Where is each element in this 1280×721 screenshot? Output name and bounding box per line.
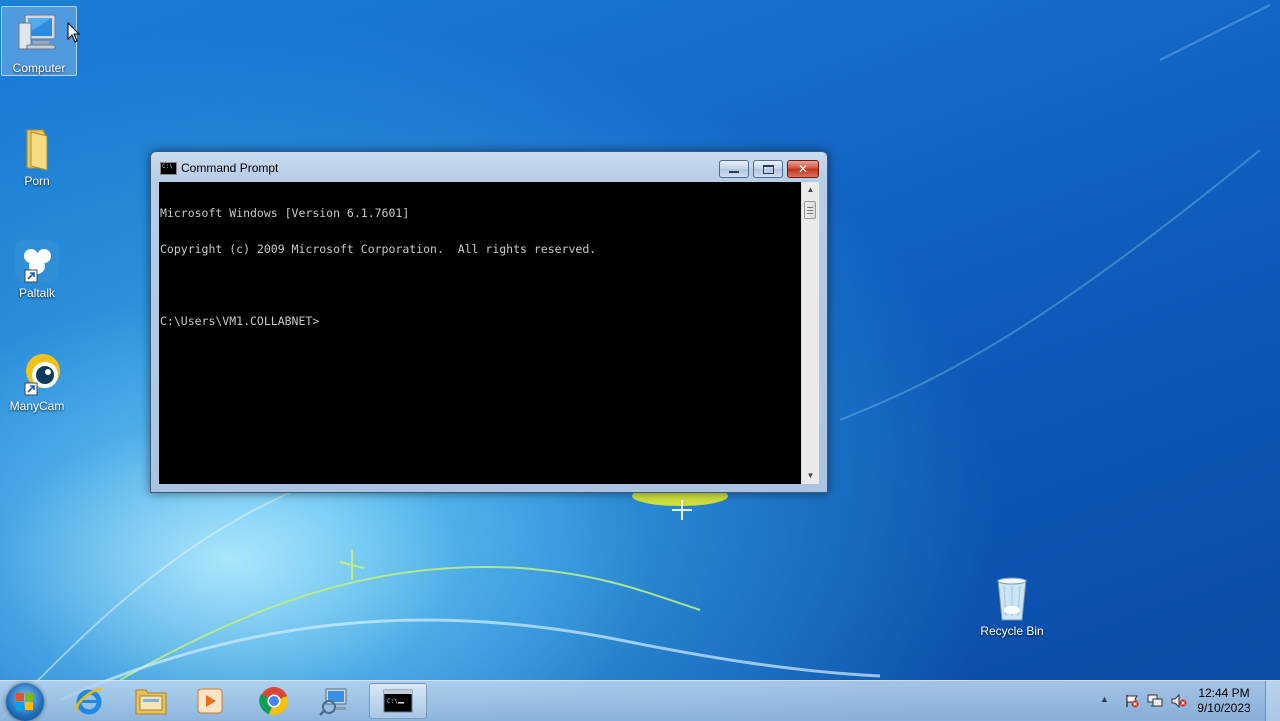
taskbar-command-prompt[interactable]: C:\ — [369, 683, 427, 719]
minimize-icon — [729, 171, 739, 173]
title-bar[interactable]: C:\ Command Prompt ✕ — [151, 152, 827, 182]
recycle-bin-icon — [988, 574, 1036, 622]
console-prompt: C:\Users\VM1.COLLABNET> — [160, 314, 320, 328]
paltalk-icon — [13, 236, 61, 284]
desktop-icon-label: Computer — [12, 61, 66, 75]
windows-logo-icon — [16, 693, 34, 711]
desktop-icon-recycle-bin[interactable]: Recycle Bin — [975, 568, 1049, 638]
computer-icon — [15, 11, 63, 59]
desktop-icon-manycam[interactable]: ManyCam — [0, 343, 74, 413]
maximize-icon — [762, 164, 774, 174]
vertical-scrollbar[interactable]: ▲ ▼ — [801, 182, 819, 484]
command-prompt-icon: C:\ — [160, 162, 177, 175]
window-title: Command Prompt — [181, 161, 279, 175]
desktop-icon-folder[interactable]: Porn — [0, 118, 74, 188]
scroll-down-icon[interactable]: ▼ — [802, 468, 819, 484]
command-prompt-window[interactable]: C:\ Command Prompt ✕ Microsoft Windows [… — [150, 151, 828, 493]
desktop-icon-paltalk[interactable]: Paltalk — [0, 230, 74, 300]
mouse-cursor-icon — [67, 22, 81, 43]
taskbar-network-tool[interactable] — [305, 683, 363, 719]
show-desktop-button[interactable] — [1265, 681, 1280, 721]
taskbar-media-player[interactable] — [181, 683, 239, 719]
scroll-thumb[interactable] — [804, 201, 816, 219]
network-tool-icon — [319, 688, 347, 716]
desktop-icon-label: Recycle Bin — [980, 624, 1044, 638]
minimize-button[interactable] — [719, 160, 749, 178]
show-hidden-icons-icon[interactable]: ▲ — [1100, 694, 1116, 708]
windows-explorer-icon — [135, 689, 167, 715]
maximize-button[interactable] — [753, 160, 783, 178]
volume-muted-icon[interactable] — [1171, 694, 1187, 708]
desktop-icon-label: Paltalk — [18, 286, 56, 300]
manycam-icon — [13, 349, 61, 397]
clock-date: 9/10/2023 — [1197, 701, 1251, 715]
console-line: Microsoft Windows [Version 6.1.7601] — [160, 206, 410, 220]
desktop-icon-label: ManyCam — [9, 399, 65, 413]
system-clock[interactable]: 12:44 PM 9/10/2023 — [1192, 686, 1256, 716]
media-player-icon — [197, 688, 223, 714]
desktop-icon-label: Porn — [24, 174, 50, 188]
taskbar-chrome[interactable] — [245, 683, 303, 719]
folder-icon — [13, 124, 61, 172]
network-icon[interactable] — [1147, 694, 1163, 708]
console-line: Copyright (c) 2009 Microsoft Corporation… — [160, 242, 597, 256]
close-icon: ✕ — [797, 162, 809, 176]
clock-time: 12:44 PM — [1198, 686, 1250, 700]
chrome-icon — [259, 687, 289, 716]
action-center-flag-icon[interactable] — [1124, 694, 1140, 708]
start-button[interactable] — [6, 683, 44, 721]
internet-explorer-icon — [75, 687, 102, 715]
scroll-up-icon[interactable]: ▲ — [802, 182, 819, 198]
svg-text:C:\: C:\ — [387, 698, 398, 705]
command-prompt-icon: C:\ — [383, 689, 413, 713]
taskbar: C:\ ▲ 12:44 PM 9/10/2023 — [0, 680, 1280, 721]
console-output[interactable]: Microsoft Windows [Version 6.1.7601] Cop… — [159, 182, 801, 484]
taskbar-internet-explorer[interactable] — [60, 683, 118, 719]
desktop-icon-computer[interactable]: Computer — [1, 6, 77, 76]
taskbar-windows-explorer[interactable] — [122, 683, 180, 719]
close-button[interactable]: ✕ — [787, 160, 819, 178]
